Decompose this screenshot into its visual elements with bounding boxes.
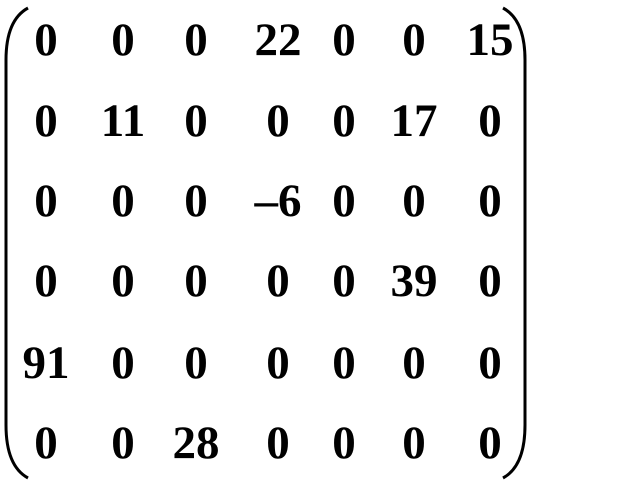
matrix-cell: 0 [111,175,135,227]
matrix-cell: 0 [184,175,208,227]
matrix-cell: 0 [332,337,356,389]
matrix-cell: 0 [478,417,502,469]
matrix-cell: 0 [34,95,58,147]
matrix-cell: 0 [34,14,58,66]
matrix: 0 0 0 22 0 0 15 0 11 0 0 0 17 0 0 0 0 –6 0 0 0 0 0 0 0 0 39 0 91 0 0 0 0… [0,0,635,488]
matrix-cell: 0 [402,337,426,389]
matrix-cell: 0 [184,337,208,389]
matrix-cell: 39 [390,255,438,307]
matrix-cell: 28 [172,417,220,469]
matrix-cell: 15 [466,14,514,66]
matrix-cell: 0 [332,14,356,66]
matrix-cell: 0 [111,417,135,469]
matrix-cell: 0 [402,14,426,66]
matrix-cell: 0 [332,255,356,307]
left-parenthesis [4,6,29,480]
matrix-cell: 0 [332,175,356,227]
matrix-cell: 0 [478,337,502,389]
matrix-cell: 0 [184,95,208,147]
matrix-cell: 0 [184,255,208,307]
right-parenthesis [502,6,527,480]
matrix-cell: 0 [34,255,58,307]
matrix-cell: 0 [478,255,502,307]
matrix-cell: 0 [34,175,58,227]
matrix-cell: 0 [34,417,58,469]
matrix-cell: 91 [22,337,70,389]
matrix-cell: 0 [111,337,135,389]
matrix-cell: 0 [332,417,356,469]
matrix-cell: 11 [100,95,146,147]
matrix-cell: 17 [390,95,438,147]
matrix-brackets [4,6,527,480]
matrix-cell: 0 [111,14,135,66]
matrix-cell: 0 [478,95,502,147]
matrix-cell: 0 [402,175,426,227]
matrix-cell: 0 [332,95,356,147]
matrix-cell: 0 [402,417,426,469]
matrix-cell: 0 [184,14,208,66]
matrix-cell: 0 [478,175,502,227]
matrix-cell: 0 [111,255,135,307]
